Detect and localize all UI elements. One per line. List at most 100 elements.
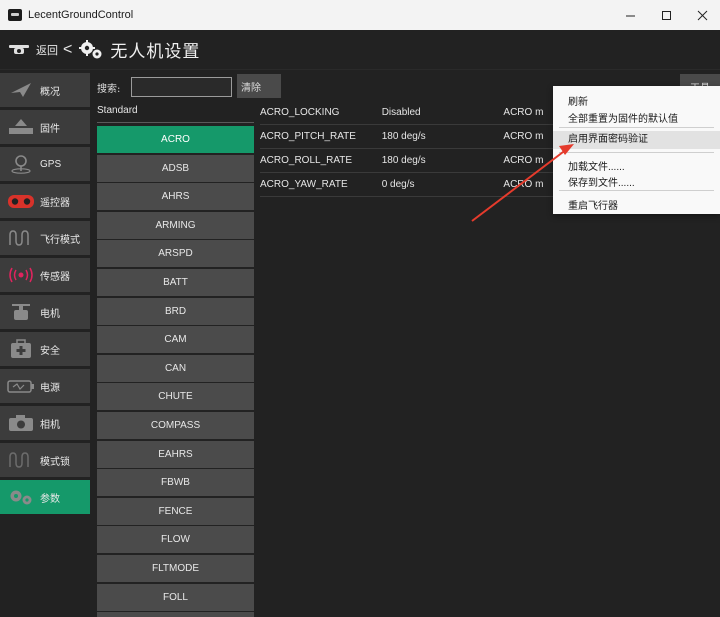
table-row[interactable]: ACRO_YAW_RATE 0 deg/s ACRO m — [260, 173, 560, 197]
firmware-icon — [6, 116, 36, 138]
sidebar-item-label: 安全 — [40, 345, 60, 357]
group-item[interactable]: ARMING — [97, 211, 254, 239]
parameter-table: ACRO_LOCKING Disabled ACRO m ACRO_PITCH_… — [260, 101, 560, 197]
sidebar-item-label: 参数 — [40, 493, 60, 505]
sidebar-item-label: 相机 — [40, 419, 60, 431]
sensor-icon — [6, 264, 36, 286]
clear-button[interactable]: 清除 — [237, 74, 281, 98]
sidebar-item-label: 固件 — [40, 123, 60, 135]
group-item[interactable]: CHUTE — [97, 383, 254, 411]
sidebar-item-camera[interactable]: 相机 — [0, 406, 90, 440]
param-name: ACRO_LOCKING — [260, 107, 340, 118]
sidebar-item-label: 飞行模式 — [40, 234, 80, 246]
sidebar-item-power[interactable]: 电源 — [0, 369, 90, 403]
menu-item-save-file[interactable]: 保存到文件...... — [553, 174, 720, 189]
table-row[interactable]: ACRO_LOCKING Disabled ACRO m — [260, 101, 560, 125]
sidebar-item-label: 电源 — [40, 382, 60, 394]
sidebar-item-flight-modes[interactable]: 飞行模式 — [0, 221, 90, 255]
app-logo-icon — [8, 9, 22, 21]
menu-item-load-file[interactable]: 加载文件...... — [553, 158, 720, 173]
maximize-icon — [661, 10, 671, 20]
sidebar-item-gps[interactable]: GPS — [0, 147, 90, 181]
minimize-button[interactable] — [612, 0, 648, 30]
group-item[interactable]: CAN — [97, 354, 254, 382]
group-item[interactable]: ACRO — [97, 126, 254, 153]
sidebar-item-sensors[interactable]: 传感器 — [0, 258, 90, 292]
param-value: 180 deg/s — [381, 131, 426, 142]
sidebar-item-label: 模式锁 — [40, 456, 70, 468]
sidebar-item-label: 电机 — [40, 308, 60, 320]
window-titlebar: LecentGroundControl — [0, 0, 720, 30]
sidebar-item-label: 遥控器 — [40, 197, 70, 209]
table-row[interactable]: ACRO_ROLL_RATE 180 deg/s ACRO m — [260, 149, 560, 173]
plane-icon — [6, 79, 36, 101]
group-item[interactable]: FBWB — [97, 469, 254, 497]
mode-lock-icon — [6, 449, 36, 471]
setup-sidebar: 概况 固件 GPS 遥控器 飞行模式 传感器 电机 安全 电源 相机 模式锁 参… — [0, 73, 90, 517]
menu-item-refresh[interactable]: 刷新 — [553, 93, 720, 108]
group-item[interactable]: AHRS — [97, 183, 254, 211]
sidebar-item-parameters[interactable]: 参数 — [0, 480, 90, 514]
page-title: 无人机设置 — [110, 42, 201, 62]
search-input[interactable] — [131, 77, 232, 97]
gears-icon — [79, 39, 102, 58]
param-description: ACRO m — [503, 179, 544, 190]
tools-context-menu: 刷新 全部重置为固件的默认值 启用界面密码验证 加载文件...... 保存到文件… — [553, 86, 720, 214]
sidebar-item-motors[interactable]: 电机 — [0, 295, 90, 329]
group-item[interactable]: FOLL — [97, 583, 254, 611]
group-item[interactable]: FLTMODE — [97, 554, 254, 582]
group-item[interactable]: BATT — [97, 268, 254, 296]
group-item[interactable]: FENCE — [97, 497, 254, 525]
menu-item-reboot-vehicle[interactable]: 重启飞行器 — [553, 197, 720, 212]
back-caret[interactable]: < — [63, 41, 72, 59]
gps-pin-icon — [6, 153, 36, 175]
window-title: LecentGroundControl — [28, 9, 134, 21]
sidebar-item-remote[interactable]: 遥控器 — [0, 184, 90, 218]
close-icon — [697, 10, 707, 20]
battery-icon — [6, 375, 36, 397]
remote-control-icon — [6, 190, 36, 212]
camera-icon — [6, 412, 36, 434]
menu-item-enable-password[interactable]: 启用界面密码验证 — [553, 131, 720, 149]
sidebar-item-label: GPS — [40, 158, 62, 170]
group-item[interactable]: EAHRS — [97, 440, 254, 468]
sidebar-item-safety[interactable]: 安全 — [0, 332, 90, 366]
sidebar-item-label: 传感器 — [40, 271, 70, 283]
group-item[interactable]: FLOW — [97, 526, 254, 554]
back-button[interactable]: 返回 — [36, 42, 58, 58]
param-value: 180 deg/s — [381, 155, 426, 166]
param-description: ACRO m — [503, 155, 544, 166]
table-row[interactable]: ACRO_PITCH_RATE 180 deg/s ACRO m — [260, 125, 560, 149]
group-item[interactable]: ADSB — [97, 154, 254, 182]
gears-icon — [6, 486, 36, 508]
app-header: 返回 < 无人机设置 — [0, 30, 720, 70]
sidebar-item-summary[interactable]: 概况 — [0, 73, 90, 107]
vehicle-logo-icon[interactable] — [8, 43, 30, 57]
param-description: ACRO m — [503, 107, 544, 118]
group-item[interactable]: BRD — [97, 297, 254, 325]
param-value: Disabled — [381, 107, 421, 118]
search-label: 搜索: — [97, 84, 121, 95]
group-item[interactable]: ARSPD — [97, 240, 254, 268]
maximize-button[interactable] — [648, 0, 684, 30]
safety-icon — [6, 338, 36, 360]
window-controls — [612, 0, 720, 30]
param-name: ACRO_YAW_RATE — [260, 179, 348, 190]
sidebar-item-firmware[interactable]: 固件 — [0, 110, 90, 144]
group-category-header: Standard — [97, 105, 254, 123]
close-button[interactable] — [684, 0, 720, 30]
group-item[interactable]: CAM — [97, 326, 254, 354]
group-item[interactable] — [97, 612, 254, 617]
menu-divider — [559, 127, 714, 128]
sidebar-item-label: 概况 — [40, 86, 60, 98]
param-description: ACRO m — [503, 131, 544, 142]
menu-item-reset-defaults[interactable]: 全部重置为固件的默认值 — [553, 110, 720, 125]
motor-icon — [6, 301, 36, 323]
sidebar-item-mode-lock[interactable]: 模式锁 — [0, 443, 90, 477]
menu-divider — [559, 152, 714, 153]
param-name: ACRO_ROLL_RATE — [260, 155, 353, 166]
group-item[interactable]: COMPASS — [97, 411, 254, 439]
param-name: ACRO_PITCH_RATE — [260, 131, 356, 142]
menu-divider — [559, 190, 714, 191]
minimize-icon — [625, 15, 635, 16]
